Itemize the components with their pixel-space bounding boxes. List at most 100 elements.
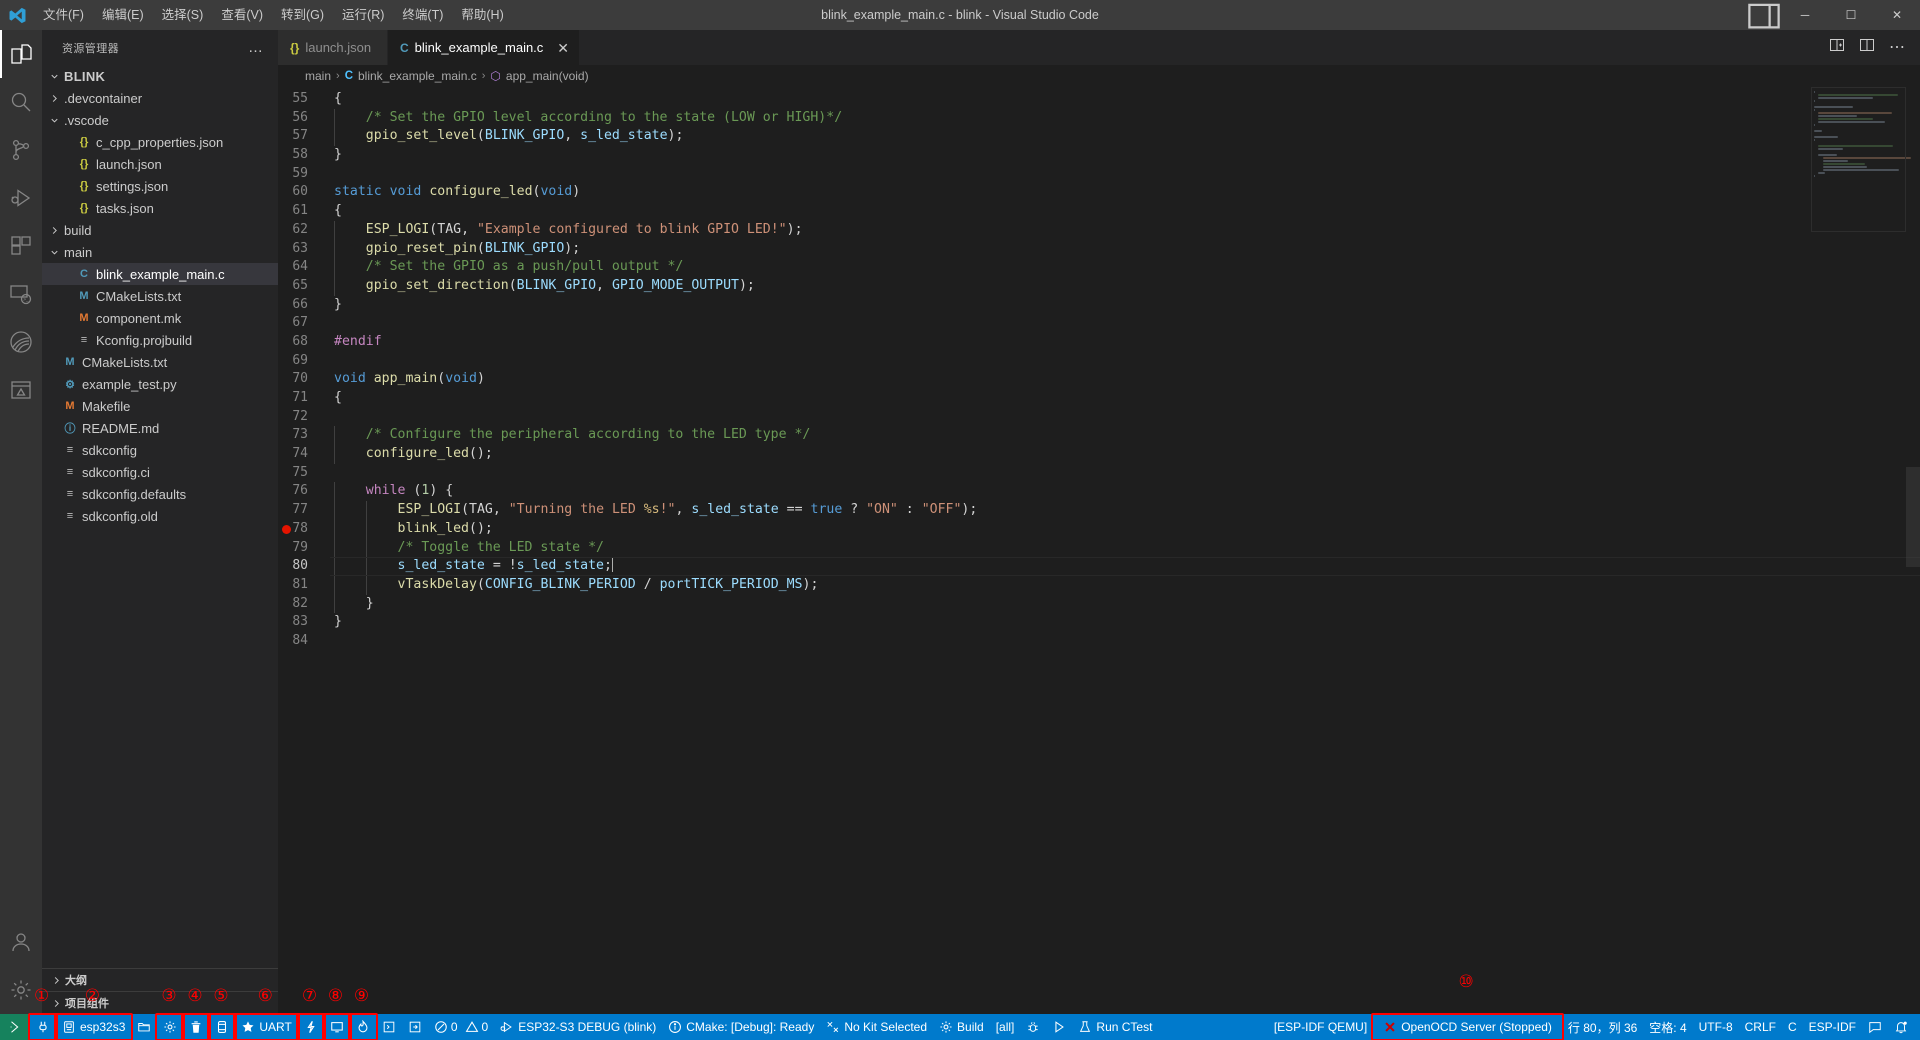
menu-go[interactable]: 转到(G) (272, 1, 333, 29)
code-line-59[interactable]: 59 (278, 165, 1920, 184)
source-control-icon[interactable] (0, 126, 42, 174)
tree-item-settings.json[interactable]: {} settings.json (42, 175, 278, 197)
tree-item-blink_example_main.c[interactable]: Cblink_example_main.c (42, 263, 278, 285)
tree-item-readme.md[interactable]: ⓘ README.md (42, 417, 278, 439)
status-openocd-server[interactable]: OpenOCD Server (Stopped) (1373, 1014, 1562, 1040)
tree-item-launch.json[interactable]: {} launch.json (42, 153, 278, 175)
scrollbar-thumb[interactable] (1906, 467, 1920, 567)
code-line-57[interactable]: 57 gpio_set_level(BLINK_GPIO, s_led_stat… (278, 127, 1920, 147)
code-line-66[interactable]: 66} (278, 296, 1920, 315)
status-esp-idf-target[interactable]: esp32s3 (56, 1014, 131, 1040)
menu-terminal[interactable]: 终端(T) (393, 1, 452, 29)
code-line-77[interactable]: 77 ESP_LOGI(TAG, "Turning the LED %s!", … (278, 501, 1920, 520)
tree-item-.vscode[interactable]: .vscode (42, 109, 278, 131)
status-language-mode[interactable]: C (1782, 1014, 1803, 1040)
status-cmake-build[interactable]: Build (933, 1014, 990, 1040)
explorer-icon[interactable] (0, 30, 42, 78)
code-line-78[interactable]: 78 blink_led(); (278, 519, 1920, 539)
close-button[interactable]: ✕ (1874, 0, 1920, 30)
code-line-73[interactable]: 73 /* Configure the peripheral according… (278, 426, 1920, 446)
tree-item-tasks.json[interactable]: {} tasks.json (42, 197, 278, 219)
status-esp-idf-build[interactable] (209, 1014, 235, 1040)
code-line-69[interactable]: 69 (278, 352, 1920, 371)
minimize-button[interactable]: ─ (1782, 0, 1828, 30)
menu-help[interactable]: 帮助(H) (452, 1, 512, 29)
extensions-icon[interactable] (0, 222, 42, 270)
code-line-81[interactable]: 81 vTaskDelay(CONFIG_BLINK_PERIOD / port… (278, 575, 1920, 595)
tab-blink-example-main-c[interactable]: C blink_example_main.c ✕ (388, 30, 581, 65)
tree-item-.devcontainer[interactable]: .devcontainer (42, 87, 278, 109)
code-scroll-area[interactable]: 55 {56 /* Set the GPIO level according to… (278, 87, 1920, 1014)
sidebar-more-icon[interactable]: … (248, 39, 270, 56)
testing-icon[interactable] (0, 366, 42, 414)
code-line-56[interactable]: 56 /* Set the GPIO level according to th… (278, 108, 1920, 128)
tab-launch-json[interactable]: {} launch.json (278, 30, 388, 65)
code-line-64[interactable]: 64 /* Set the GPIO as a push/pull output… (278, 258, 1920, 277)
breadcrumb-folder[interactable]: main (305, 69, 331, 83)
split-editor-icon[interactable] (1829, 37, 1845, 58)
status-esp-idf-select-port[interactable]: UART (235, 1014, 297, 1040)
menu-selection[interactable]: 选择(S) (153, 1, 213, 29)
accounts-icon[interactable] (0, 918, 42, 966)
menu-view[interactable]: 查看(V) (212, 1, 272, 29)
code-line-71[interactable]: 71 { (278, 389, 1920, 408)
code-line-75[interactable]: 75 (278, 464, 1920, 483)
code-line-72[interactable]: 72 (278, 408, 1920, 427)
code-line-65[interactable]: 65 gpio_set_direction(BLINK_GPIO, GPIO_M… (278, 276, 1920, 296)
tree-item-cmakelists.txt[interactable]: M CMakeLists.txt (42, 351, 278, 373)
tree-item-sdkconfig.defaults[interactable]: ≡ sdkconfig.defaults (42, 483, 278, 505)
more-actions-icon[interactable]: ⋯ (1889, 39, 1906, 55)
status-esp-idf-sdk-config-editor[interactable] (157, 1014, 183, 1040)
tree-root-blink[interactable]: BLINK (42, 65, 278, 87)
status-debug-config[interactable]: ESP32-S3 DEBUG (blink) (494, 1014, 662, 1040)
status-cmake-ctest[interactable]: Run CTest (1072, 1014, 1158, 1040)
minimap[interactable] (1811, 87, 1911, 232)
status-esp-idf-monitor-device[interactable] (324, 1014, 350, 1040)
close-icon[interactable]: ✕ (557, 41, 569, 55)
menu-edit[interactable]: 编辑(E) (93, 1, 153, 29)
menu-file[interactable]: 文件(F) (34, 1, 93, 29)
code-line-82[interactable]: 82 } (278, 594, 1920, 614)
code-editor[interactable]: 55 {56 /* Set the GPIO level according to… (278, 87, 1920, 1014)
remote-indicator[interactable] (0, 1014, 30, 1040)
breadcrumb-file[interactable]: blink_example_main.c (358, 69, 477, 83)
menu-run[interactable]: 运行(R) (333, 1, 393, 29)
status-cmake-launch[interactable] (1046, 1014, 1072, 1040)
code-line-79[interactable]: 79 /* Toggle the LED state */ (278, 538, 1920, 558)
tree-item-component.mk[interactable]: Mcomponent.mk (42, 307, 278, 329)
status-esp-idf-open-shell[interactable] (402, 1014, 428, 1040)
breakpoint-icon[interactable] (282, 525, 291, 535)
status-cursor-position[interactable]: 行 80，列 36 (1562, 1014, 1643, 1040)
tree-item-sdkconfig[interactable]: ≡ sdkconfig (42, 439, 278, 461)
editor-vertical-scrollbar[interactable] (1906, 87, 1920, 1014)
status-esp-idf-flash-method[interactable] (30, 1014, 56, 1040)
project-components-panel-header[interactable]: 项目组件 (42, 991, 278, 1014)
status-esp-idf-flash-device[interactable] (298, 1014, 324, 1040)
code-line-58[interactable]: 58} (278, 146, 1920, 165)
code-line-76[interactable]: 76 while (1) { (278, 482, 1920, 502)
outline-panel-header[interactable]: 大纲 (42, 968, 278, 991)
tree-item-example_test.py[interactable]: ⚙ example_test.py (42, 373, 278, 395)
customize-layout-icon[interactable] (1746, 0, 1782, 30)
tree-item-main[interactable]: main (42, 241, 278, 263)
search-icon[interactable] (0, 78, 42, 126)
status-cmake-kit[interactable]: No Kit Selected (820, 1014, 933, 1040)
espressif-idf-icon[interactable] (0, 318, 42, 366)
tree-item-cmakelists.txt[interactable]: M CMakeLists.txt (42, 285, 278, 307)
open-changes-icon[interactable] (1859, 37, 1875, 58)
code-line-67[interactable]: 67 (278, 314, 1920, 333)
code-line-70[interactable]: 70 void app_main(void) (278, 370, 1920, 389)
status-esp-idf-qemu[interactable]: [ESP-IDF QEMU] (1268, 1014, 1373, 1040)
status-feedback[interactable] (1862, 1014, 1888, 1040)
code-line-61[interactable]: 61 { (278, 202, 1920, 221)
maximize-button[interactable]: ☐ (1828, 0, 1874, 30)
tree-item-c_cpp_properties.json[interactable]: {} c_cpp_properties.json (42, 131, 278, 153)
status-eol[interactable]: CRLF (1739, 1014, 1782, 1040)
code-line-55[interactable]: 55 { (278, 90, 1920, 109)
run-debug-icon[interactable] (0, 174, 42, 222)
status-problems[interactable]: 0 0 (428, 1014, 494, 1040)
status-esp-idf-full-clean[interactable] (183, 1014, 209, 1040)
code-line-62[interactable]: 62 ESP_LOGI(TAG, "Example configured to … (278, 220, 1920, 240)
status-encoding[interactable]: UTF-8 (1693, 1014, 1739, 1040)
status-cmake-status[interactable]: CMake: [Debug]: Ready (662, 1014, 820, 1040)
